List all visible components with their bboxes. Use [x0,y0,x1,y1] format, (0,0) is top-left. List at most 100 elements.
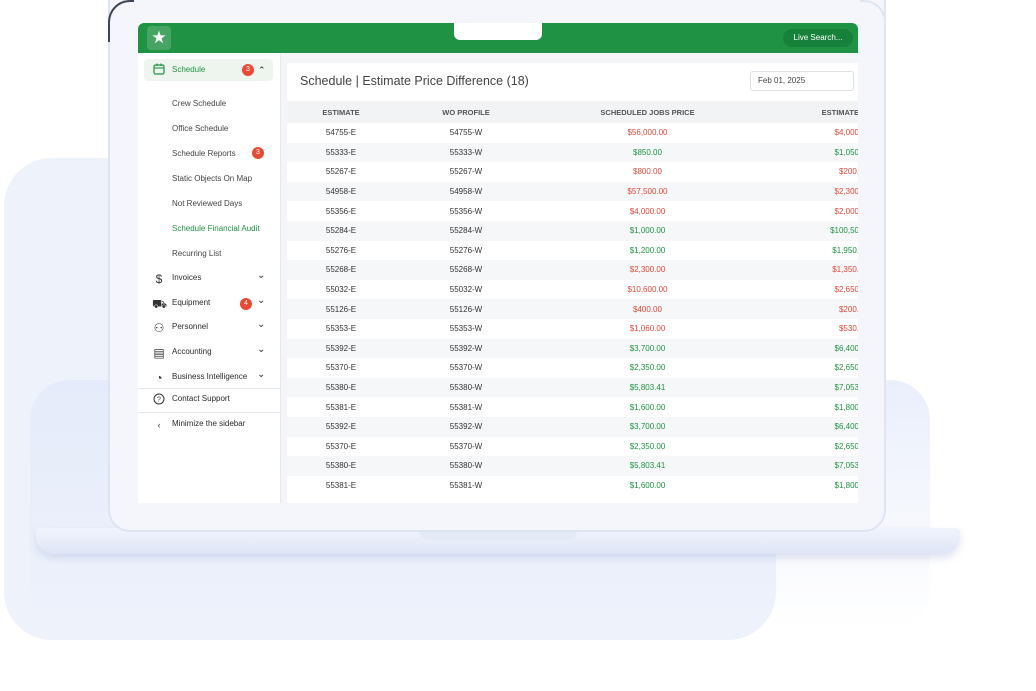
sidebar-item-personnel[interactable]: ⚇ Personnel ⌄ [138,318,280,338]
table-row[interactable]: 55381-E 55381-W $1,600.00 $1,800 [287,397,858,417]
table-row[interactable]: 55267-E 55267-W $800.00 $200. [287,162,858,182]
cell-wo: 55392-W [395,416,537,437]
cell-est: $100,50 [758,220,858,241]
cell-estimate: 55353-E [325,324,357,334]
sidebar-item-label: Business Intelligence [172,372,248,381]
sidebar-item-equipment[interactable]: ⛟ Equipment 4 ⌄ [138,294,280,314]
sidebar-subitem[interactable]: Schedule Financial Audit [138,224,280,244]
sidebar-subitem[interactable]: Not Reviewed Days [138,199,280,219]
table-row[interactable]: 55381-E 55381-W $1,600.00 $1,800 [287,476,858,496]
table-row[interactable]: 55392-E 55392-W $3,700.00 $6,400 [287,416,858,437]
table-row[interactable]: 55032-E 55032-W $10,600.00 $2,650 [287,280,858,300]
cell-est: $6,400 [758,416,858,437]
calendar-icon [152,63,166,77]
cell-wo: 55380-W [395,377,537,398]
table-row[interactable]: 54755-E 54755-W $56,000.00 $4,000 [287,123,858,143]
cell-wo: 55032-W [449,285,483,295]
table-row[interactable]: 55392-E 55392-W $3,700.00 $6,400 [287,338,858,359]
sidebar-item-invoices[interactable]: $ Invoices ⌄ [138,269,280,289]
cell-price: $800.00 [633,167,662,177]
chevron-down-icon: ⌄ [257,369,266,380]
table-row[interactable]: 55356-E 55356-W $4,000.00 $2,000 [287,201,858,221]
cell-estimate: 55380-E [287,456,395,476]
cell-price: $3,700.00 [537,338,758,359]
sidebar-subitem[interactable]: Schedule Reports 3 [138,147,280,169]
sidebar-item-accounting[interactable]: ▤ Accounting ⌄ [138,343,280,363]
sidebar-subitem-label: Office Schedule [172,124,229,133]
table-row[interactable]: 55353-E 55353-W $1,060.00 $530. [287,319,858,339]
table-row[interactable]: 55276-E 55276-W $1,200.00 $1,950. [287,241,858,261]
chevron-left-icon: ‹ [157,420,161,430]
cell-est: $2,650 [834,285,858,295]
table-row[interactable]: 55284-E 55284-W $1,000.00 $100,50 [287,220,858,241]
cell-est: $200. [758,299,858,319]
table-row[interactable]: 55126-E 55126-W $400.00 $200. [287,299,858,319]
column-header[interactable]: ESTIMATE [287,101,395,123]
sidebar-subitem-label: Schedule Financial Audit [172,224,260,233]
sidebar-divider [138,412,280,413]
table-row[interactable]: 55380-E 55380-W $5,803.41 $7,053 [287,456,858,476]
cell-price: $3,700.00 [537,416,758,437]
cell-price: $2,350.00 [629,363,666,373]
cell-price: $1,600.00 [629,480,666,490]
cell-est: $2,300 [758,181,858,202]
cell-wo: 55276-W [449,245,483,255]
cell-est: $1,800 [834,480,858,490]
contact-support-button[interactable]: ? Contact Support [138,390,280,410]
minimize-sidebar-button[interactable]: ‹ Minimize the sidebar [138,415,280,435]
cell-price: $4,000.00 [629,206,666,216]
table-row[interactable]: 55268-E 55268-W $2,300.00 $1,350. [287,260,858,280]
cell-price: $2,300.00 [537,260,758,280]
help-icon: ? [152,393,166,407]
cell-estimate: 54958-E [287,181,395,202]
table-row[interactable]: 55333-E 55333-W $850.00 $1,050 [287,142,858,163]
date-picker[interactable]: Feb 01, 2025 [750,71,854,91]
sidebar-divider [138,388,280,389]
page-title: Schedule | Estimate Price Difference (18… [300,74,529,88]
cell-wo: 55268-W [395,260,537,280]
cell-estimate: 55268-E [287,260,395,280]
cell-wo: 55381-W [449,402,483,412]
column-header[interactable]: ESTIMATE [758,101,858,123]
cell-estimate: 55032-E [325,285,357,295]
cell-estimate: 55126-E [287,299,395,319]
chevron-up-icon: ⌃ [258,65,266,75]
column-header[interactable]: SCHEDULED JOBS PRICE [537,101,758,123]
dollar-icon: $ [155,272,163,286]
cell-estimate: 55392-E [287,416,395,437]
cell-price: $1,000.00 [537,220,758,241]
sidebar-subitem-label: Static Objects On Map [172,174,253,183]
sidebar-subitem[interactable]: Static Objects On Map [138,174,280,194]
column-header[interactable]: WO PROFILE [395,101,537,123]
sidebar-subitem[interactable]: Recurring List [138,249,280,269]
sidebar-item-business-intelligence[interactable]: ◔ Business Intelligence ⌄ [138,368,280,388]
cell-estimate: 55276-E [325,245,357,255]
cell-est: $1,800 [834,402,858,412]
table-row[interactable]: 55370-E 55370-W $2,350.00 $2,650 [287,358,858,378]
table-row[interactable]: 55380-E 55380-W $5,803.41 $7,053 [287,377,858,398]
sidebar-subitem[interactable]: Crew Schedule [138,99,280,119]
sidebar-item-label: Accounting [172,347,212,356]
sidebar-item-label: Schedule [172,65,206,74]
cell-wo: 55353-W [449,324,483,334]
cell-est: $2,650 [834,441,858,451]
contact-support-label: Contact Support [172,394,230,403]
cell-price: $5,803.41 [537,377,758,398]
chevron-down-icon: ⌄ [257,319,266,330]
cell-estimate: 55356-E [325,206,357,216]
cell-estimate: 55333-E [287,142,395,163]
sidebar-subitem[interactable]: Office Schedule [138,124,280,144]
cell-price: $56,000.00 [627,128,668,138]
table-row[interactable]: 55370-E 55370-W $2,350.00 $2,650 [287,437,858,457]
cell-est: $2,650 [834,363,858,373]
cell-estimate: 55392-E [287,338,395,359]
live-search-button[interactable]: Live Search... [783,29,853,47]
minimize-sidebar-label: Minimize the sidebar [172,419,246,428]
cell-estimate: 55381-E [325,480,357,490]
table-row[interactable]: 54958-E 54958-W $57,500.00 $2,300 [287,181,858,202]
sidebar-item-schedule[interactable]: Schedule 3 ⌃ [144,59,273,81]
cell-wo: 55356-W [449,206,483,216]
logo-icon[interactable]: ★ [147,26,171,50]
chevron-down-icon: ⌄ [257,295,266,306]
estimate-table: ESTIMATE WO PROFILE SCHEDULED JOBS PRICE ES… [287,101,858,495]
